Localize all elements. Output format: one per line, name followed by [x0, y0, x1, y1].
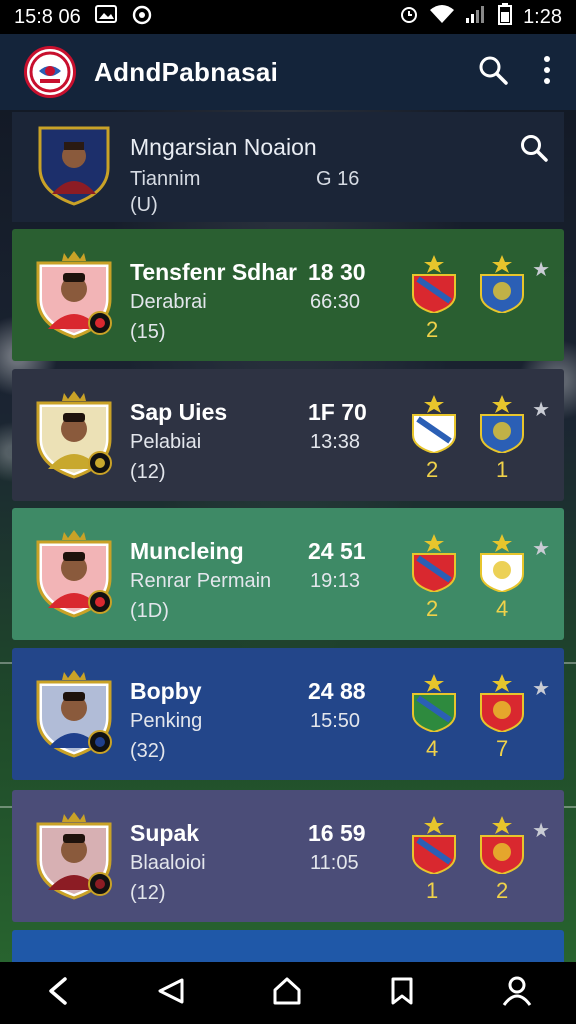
player-position: Derabrai: [130, 291, 207, 313]
away-score: 2: [496, 878, 509, 903]
image-icon: [94, 5, 117, 29]
match-score: 24 51: [308, 538, 366, 564]
player-name: Sap Uies: [130, 399, 228, 425]
match-card[interactable]: Tensfenr Sdhar Derabrai (15) 18 30 66:30 2 ★: [12, 229, 564, 361]
app-bar: AdndPabnasai: [0, 34, 576, 110]
player-name: Supak: [130, 820, 200, 846]
player-position: Blaaloioi: [130, 852, 206, 874]
alarm-icon: [399, 4, 419, 30]
profile-header[interactable]: Mngarsian Noaion Tiannim G 16 (U): [12, 112, 564, 222]
player-rank: (12): [130, 461, 166, 483]
header-count: G 16: [316, 168, 360, 190]
more-options-icon[interactable]: [542, 55, 552, 90]
signal-icon: [465, 4, 487, 30]
search-icon[interactable]: [520, 134, 548, 167]
away-score: 1: [496, 457, 509, 482]
match-time: 13:38: [310, 431, 361, 453]
wifi-icon: [429, 4, 455, 30]
player-photo: [34, 810, 114, 905]
match-score: 16 59: [308, 820, 366, 846]
home-score: 2: [426, 457, 439, 482]
battery-time-text: 1:28: [523, 5, 562, 28]
alarm-icon: [131, 3, 153, 31]
header-subtitle: Tiannim: [130, 168, 201, 190]
match-card[interactable]: Supak Blaaloioi (12) 16 59 11:05 1 2 ★: [12, 790, 564, 922]
favorite-star-icon[interactable]: ★: [532, 397, 550, 422]
match-card[interactable]: Muncleing Renrar Permain (1D) 24 51 19:13 2 4 ★: [12, 508, 564, 640]
home-team-badge: [410, 534, 458, 597]
navigation-bar: [0, 962, 576, 1024]
app-logo: [24, 46, 76, 98]
bookmark-icon[interactable]: [388, 976, 416, 1011]
player-rank: (32): [130, 740, 166, 762]
match-time: 11:05: [310, 852, 359, 874]
home-team-badge: [410, 395, 458, 458]
match-score: 18 30: [308, 259, 366, 285]
player-rank: (12): [130, 882, 166, 904]
away-score: 4: [496, 596, 509, 621]
profile-icon[interactable]: [501, 975, 533, 1012]
home-team-badge: [410, 255, 458, 318]
header-rank: (U): [130, 194, 158, 216]
status-bar: 15:8 06 1:28: [0, 0, 576, 34]
player-name: Tensfenr Sdhar: [130, 259, 297, 285]
player-photo: [34, 528, 114, 623]
home-icon[interactable]: [271, 976, 303, 1011]
away-team-badge: [478, 395, 526, 458]
player-position: Penking: [130, 710, 203, 732]
match-card[interactable]: Sap Uies Pelabiai (12) 1F 70 13:38 2 1 ★: [12, 369, 564, 501]
favorite-star-icon[interactable]: ★: [532, 536, 550, 561]
match-score: 1F 70: [308, 399, 367, 425]
favorite-star-icon[interactable]: ★: [532, 676, 550, 701]
home-team-badge: [410, 816, 458, 879]
triangle-back-icon[interactable]: [156, 976, 186, 1011]
player-photo: [34, 668, 114, 763]
favorite-star-icon[interactable]: ★: [532, 818, 550, 843]
search-icon[interactable]: [478, 55, 508, 90]
match-time: 15:50: [310, 710, 361, 732]
away-score: 7: [496, 736, 509, 761]
player-name: Bopby: [130, 678, 202, 704]
favorite-star-icon[interactable]: ★: [532, 257, 550, 282]
match-score: 24 88: [308, 678, 366, 704]
home-score: 1: [426, 878, 439, 903]
player-rank: (1D): [130, 600, 169, 622]
clock-text: 15:8 06: [14, 5, 81, 28]
match-time: 66:30: [310, 291, 361, 313]
home-team-badge: [410, 674, 458, 737]
away-team-badge: [478, 255, 526, 318]
match-time: 19:13: [310, 570, 361, 592]
away-team-badge: [478, 816, 526, 879]
player-rank: (15): [130, 321, 166, 343]
player-name: Muncleing: [130, 538, 244, 564]
player-position: Renrar Permain: [130, 570, 272, 592]
home-score: 2: [426, 596, 439, 621]
battery-icon: [497, 3, 513, 31]
home-score: 4: [426, 736, 439, 761]
away-team-badge: [478, 674, 526, 737]
away-team-badge: [478, 534, 526, 597]
home-score: 2: [426, 317, 439, 342]
player-crest: [36, 122, 112, 211]
back-icon[interactable]: [43, 975, 71, 1012]
header-title: Mngarsian Noaion: [130, 134, 317, 160]
player-photo: [34, 249, 114, 344]
player-position: Pelabiai: [130, 431, 202, 453]
match-card[interactable]: Bopby Penking (32) 24 88 15:50 4 7 ★: [12, 648, 564, 780]
player-photo: [34, 389, 114, 484]
app-title: AdndPabnasai: [94, 56, 279, 87]
